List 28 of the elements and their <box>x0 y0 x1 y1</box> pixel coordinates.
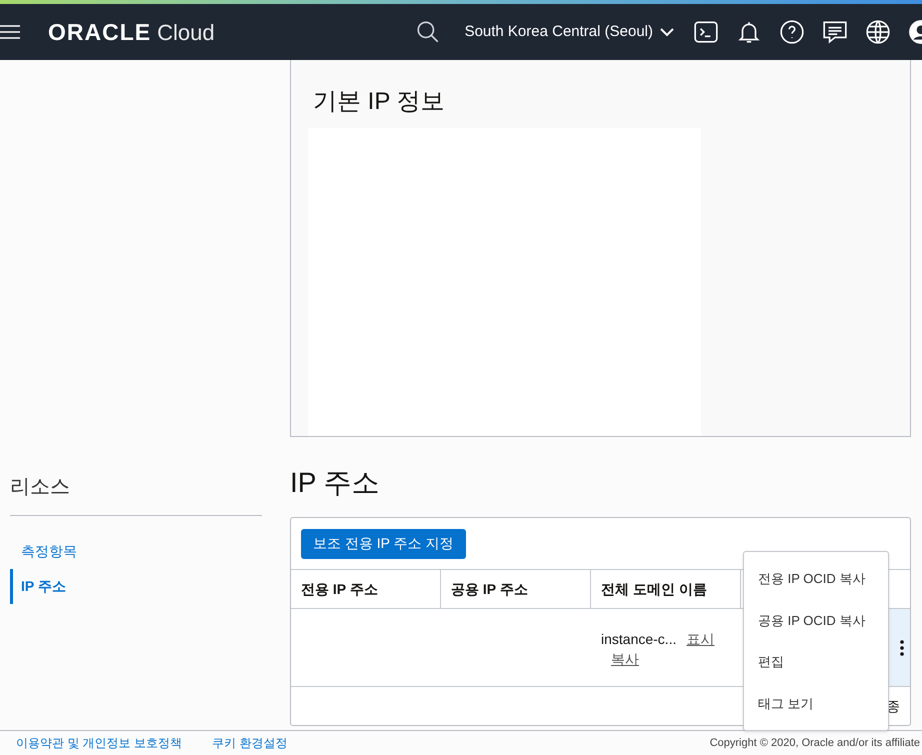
sidebar-item[interactable]: IP 주소 <box>10 569 262 604</box>
kebab-icon[interactable] <box>900 640 904 656</box>
column-header: 공용 IP 주소 <box>441 570 591 608</box>
section-title: IP 주소 <box>290 466 381 500</box>
show-link[interactable]: 표시 <box>686 631 714 647</box>
sidebar-item[interactable]: 측정항목 <box>10 534 262 569</box>
assign-ip-button[interactable]: 보조 전용 IP 주소 지정 <box>301 528 466 558</box>
copyright-text: Copyright © 2020, Oracle and/or its affiliate <box>710 736 920 751</box>
logo-cloud-text: Cloud <box>157 18 215 47</box>
copy-link[interactable]: 복사 <box>611 651 639 667</box>
fqdn-text: instance-c... <box>601 631 676 647</box>
menu-item[interactable]: 전용 IP OCID 복사 <box>744 558 888 600</box>
menu-item[interactable]: 공용 IP OCID 복사 <box>744 600 888 641</box>
help-icon[interactable] <box>779 19 805 45</box>
menu-item[interactable]: 편집 <box>744 641 888 682</box>
globe-icon[interactable] <box>865 19 891 45</box>
panel-title: 기본 IP 정보 <box>313 87 446 117</box>
search-icon[interactable] <box>414 19 441 45</box>
column-header: 전용 IP 주소 <box>291 570 441 608</box>
menu-item[interactable]: 태그 보기 <box>744 682 888 724</box>
footer-link[interactable]: 이용약관 및 개인정보 보호정책 <box>16 734 182 752</box>
column-header: 전체 도메인 이름 <box>591 570 741 608</box>
region-dropdown[interactable]: South Korea Central (Seoul) <box>464 20 675 44</box>
terminal-icon[interactable] <box>693 19 719 45</box>
logo-wordmark: ORACLE <box>48 18 152 47</box>
sidebar-title: 리소스 <box>10 475 71 500</box>
footer-link[interactable]: 쿠키 환경설정 <box>212 734 288 752</box>
chat-icon[interactable] <box>822 19 848 45</box>
